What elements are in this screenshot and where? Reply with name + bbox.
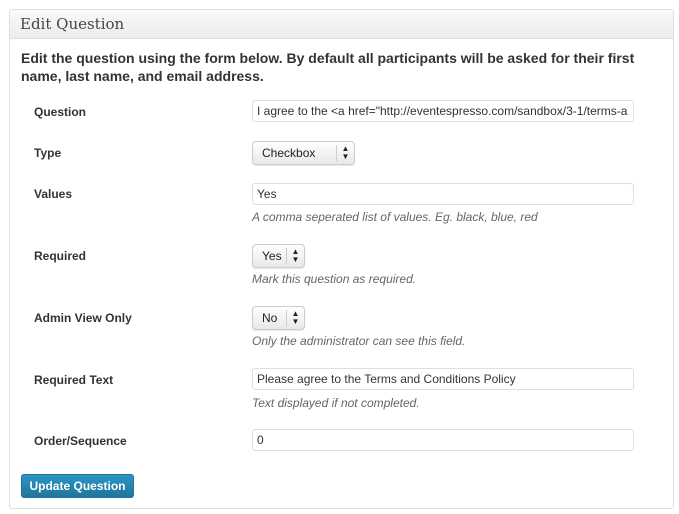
panel-title: Edit Question: [20, 15, 125, 33]
required-label: Required: [34, 249, 87, 263]
admin-only-label: Admin View Only: [34, 311, 132, 325]
required-text-label: Required Text: [34, 373, 114, 387]
admin-only-value: No: [262, 311, 278, 325]
type-label: Type: [34, 146, 62, 160]
required-desc: Mark this question as required.: [252, 272, 417, 286]
required-text-desc: Text displayed if not completed.: [252, 396, 420, 410]
question-label: Question: [34, 105, 87, 119]
type-value: Checkbox: [262, 146, 316, 160]
edit-question-panel: Edit Question Edit the question using th…: [9, 9, 674, 509]
order-label: Order/Sequence: [34, 434, 127, 448]
up-down-arrows-icon: ▲ ▼: [286, 310, 304, 326]
admin-only-desc: Only the administrator can see this fiel…: [252, 334, 466, 348]
update-question-button[interactable]: Update Question: [21, 474, 134, 498]
up-down-arrows-icon: ▲ ▼: [286, 248, 304, 264]
up-down-arrows-icon: ▲ ▼: [336, 145, 354, 161]
question-input[interactable]: I agree to the <a href="http://eventespr…: [252, 100, 634, 122]
values-label: Values: [34, 187, 73, 201]
panel-header: Edit Question: [10, 10, 673, 39]
admin-only-select[interactable]: No ▲ ▼: [252, 306, 305, 330]
intro-text: Edit the question using the form below. …: [21, 50, 635, 84]
required-select[interactable]: Yes ▲ ▼: [252, 244, 305, 268]
required-text-input[interactable]: Please agree to the Terms and Conditions…: [252, 368, 634, 390]
values-input[interactable]: Yes: [252, 183, 634, 205]
order-input[interactable]: 0: [252, 429, 634, 451]
required-value: Yes: [262, 249, 282, 263]
type-select[interactable]: Checkbox ▲ ▼: [252, 141, 355, 165]
values-desc: A comma seperated list of values. Eg. bl…: [252, 210, 538, 224]
